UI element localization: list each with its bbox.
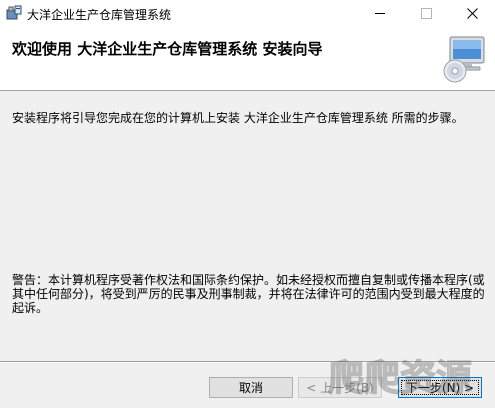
button-separator xyxy=(0,361,495,363)
minimize-icon xyxy=(375,13,385,14)
close-button[interactable] xyxy=(449,0,495,27)
computer-cd-icon xyxy=(443,36,485,83)
wizard-heading: 欢迎使用 大洋企业生产仓库管理系统 安装向导 xyxy=(12,40,323,58)
maximize-button[interactable] xyxy=(403,0,449,27)
next-button[interactable]: 下一步(N) > xyxy=(398,377,482,398)
back-button[interactable]: < 上一步(B) xyxy=(298,377,382,398)
close-icon xyxy=(466,8,478,19)
title-bar: 大洋企业生产仓库管理系统 xyxy=(0,0,495,27)
maximize-icon xyxy=(420,8,432,19)
installer-app-icon xyxy=(6,5,22,20)
minimize-button[interactable] xyxy=(357,0,403,27)
window-title: 大洋企业生产仓库管理系统 xyxy=(27,8,172,22)
intro-text: 安装程序将引导您完成在您的计算机上安装 大洋企业生产仓库管理系统 所需的步骤。 xyxy=(12,111,464,125)
cancel-button[interactable]: 取消 xyxy=(209,377,293,398)
copyright-warning: 警告：本计算机程序受著作权法和国际条约保护。如未经授权而擅自复制或传播本程序(或… xyxy=(12,273,485,315)
wizard-banner: 欢迎使用 大洋企业生产仓库管理系统 安装向导 xyxy=(0,27,495,91)
